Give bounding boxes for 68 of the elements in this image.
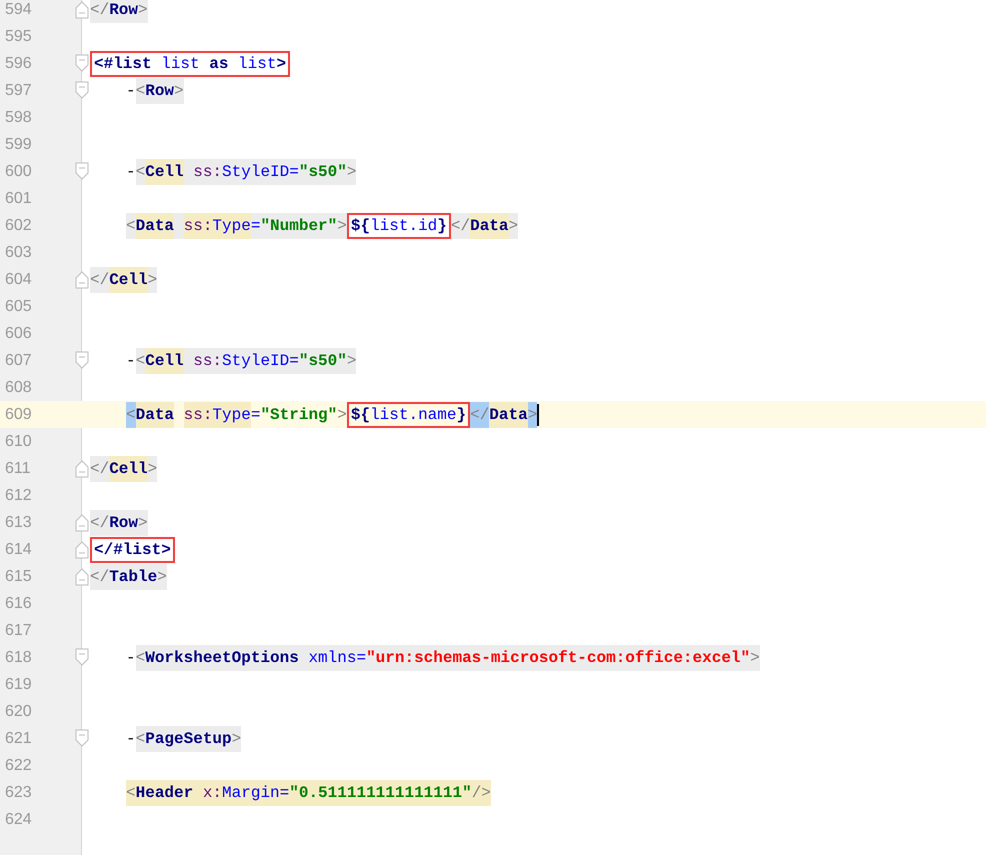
fold-marker-icon[interactable] [75,81,89,99]
text-caret [537,404,540,426]
xml-tag: </Cell> [90,456,158,482]
line-number: 597 [5,81,32,100]
line-number: 611 [5,459,31,478]
line-number: 594 [5,0,32,19]
line-number: 619 [5,675,32,694]
line-number: 617 [5,621,32,640]
xml-tag: </Row> [90,0,148,22]
line-number: 596 [5,54,32,73]
fold-marker-icon[interactable] [75,54,89,72]
line-number: 612 [5,486,32,505]
xml-tag: </Data> [450,212,518,238]
line-number: 621 [5,729,32,748]
code-text: - [126,648,136,668]
code-text: </Data> [470,402,538,428]
code-text: - [126,350,136,372]
fold-marker-icon[interactable] [75,514,89,532]
xml-tag: <WorksheetOptions xmlns="urn:schemas-microsoft-com:office:excel"> [136,644,760,670]
annotation-box: <#list list as list> [90,50,290,76]
line-number: 606 [5,324,32,343]
line-number: 624 [5,810,32,829]
line-number: 601 [5,189,32,208]
fold-marker-icon[interactable] [75,351,89,369]
line-number: 614 [5,540,32,559]
line-number: 603 [5,243,32,262]
xml-tag: </Table> [90,564,167,590]
xml-tag: <Data ss:Type="Number"> [126,212,347,238]
line-number: 620 [5,702,32,721]
line-number: 599 [5,135,32,154]
line-number: 605 [5,297,32,316]
line-number: 610 [5,432,32,451]
line-number: 600 [5,162,32,181]
xml-tag: <Cell ss:StyleID="s50"> [136,348,356,374]
line-number: 598 [5,108,32,127]
line-number: 623 [5,783,32,802]
xml-tag: <PageSetup> [136,726,242,752]
line-number: 595 [5,27,32,46]
line-number: 609 [5,405,32,424]
line-number: 613 [5,513,32,532]
line-number: 604 [5,270,32,289]
code-text: <Data ss:Type="String"> [126,402,347,428]
fold-marker-icon[interactable] [75,541,89,559]
annotation-box: ${list.id} [346,212,451,238]
line-number: 622 [5,756,32,775]
code-text: - [126,162,136,182]
fold-marker-icon[interactable] [75,729,89,747]
xml-tag: <Row> [136,78,184,104]
line-number: 618 [5,648,32,667]
code-text: - [126,80,136,102]
line-number: 615 [5,567,32,586]
xml-tag: </Row> [90,510,148,536]
code-text: - [126,728,136,750]
annotation-box: ${list.name} [346,402,470,428]
line-number: 616 [5,594,32,613]
xml-tag: <Header x:Margin="0.511111111111111"/> [126,780,491,806]
fold-marker-icon[interactable] [75,271,89,289]
fold-marker-icon[interactable] [75,460,89,478]
xml-tag: <Cell ss:StyleID="s50"> [136,158,356,184]
line-number: 607 [5,351,32,370]
fold-marker-icon[interactable] [75,162,89,180]
fold-marker-icon[interactable] [75,568,89,586]
annotation-box: </#list> [90,536,175,562]
line-number: 608 [5,378,32,397]
fold-marker-icon[interactable] [75,1,89,19]
fold-marker-icon[interactable] [75,648,89,666]
line-number: 602 [5,216,32,235]
xml-tag: </Cell> [90,266,158,292]
